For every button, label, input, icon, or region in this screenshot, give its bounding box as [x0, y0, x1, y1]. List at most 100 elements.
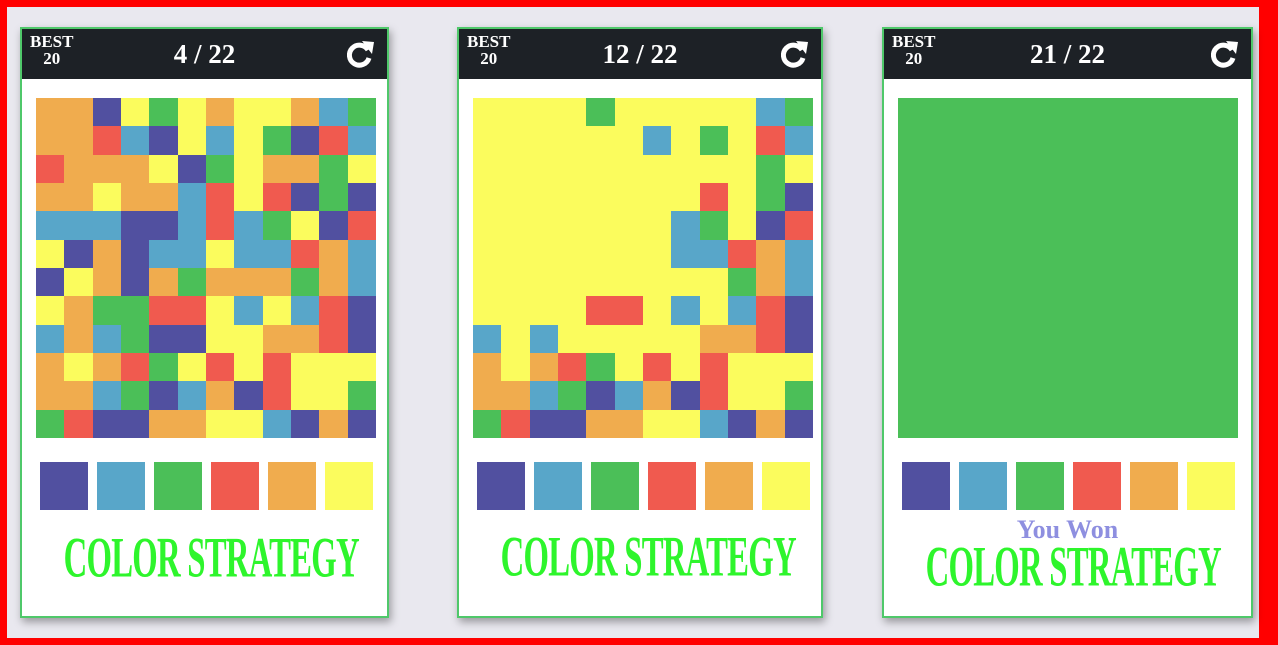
board-cell [1011, 268, 1040, 297]
board-cell [1124, 353, 1153, 382]
board-cell [898, 353, 927, 382]
board-cell [784, 183, 813, 212]
board-cell [36, 381, 65, 410]
board-cell [473, 296, 502, 325]
color-swatch-button[interactable] [40, 462, 88, 510]
move-counter: 21 / 22 [1029, 39, 1105, 69]
color-palette [902, 462, 1235, 510]
board-cell [1068, 353, 1097, 382]
board-cell [1039, 268, 1068, 297]
color-swatch-button[interactable] [762, 462, 810, 510]
board-cell [206, 296, 235, 325]
board-cell [699, 98, 728, 127]
board-cell [473, 239, 502, 268]
board-cell [1011, 126, 1040, 155]
board-cell [558, 324, 587, 353]
board-cell [671, 296, 700, 325]
board-cell [234, 126, 263, 155]
board-cell [728, 98, 757, 127]
color-swatch-button[interactable] [1187, 462, 1235, 510]
board-cell [614, 353, 643, 382]
board-cell [501, 154, 530, 183]
board-cell [92, 381, 121, 410]
board-cell [319, 268, 348, 297]
color-swatch-button[interactable] [154, 462, 202, 510]
board-cell [586, 211, 615, 240]
board-cell [756, 296, 785, 325]
board-cell [1209, 296, 1238, 325]
board-cell [756, 183, 785, 212]
board-cell [1209, 268, 1238, 297]
board-cell [614, 381, 643, 410]
board-cell [1068, 239, 1097, 268]
board-cell [954, 409, 983, 438]
board-cell [501, 239, 530, 268]
board-cell [64, 183, 93, 212]
board-cell [1068, 154, 1097, 183]
board-cell [586, 353, 615, 382]
board-cell [1068, 98, 1097, 127]
board-cell [149, 324, 178, 353]
board-cell [784, 296, 813, 325]
color-swatch-button[interactable] [648, 462, 696, 510]
board-cell [1209, 381, 1238, 410]
board-cell [643, 183, 672, 212]
color-swatch-button[interactable] [534, 462, 582, 510]
color-swatch-button[interactable] [268, 462, 316, 510]
refresh-icon[interactable] [779, 39, 809, 69]
board-cell [529, 324, 558, 353]
board-cell [149, 183, 178, 212]
move-counter: 4 / 22 [173, 39, 236, 69]
color-swatch-button[interactable] [959, 462, 1007, 510]
board-cell [699, 183, 728, 212]
board-cell [64, 353, 93, 382]
board-cell [983, 353, 1012, 382]
board-cell [64, 211, 93, 240]
board-cell [529, 154, 558, 183]
board-cell [1124, 211, 1153, 240]
color-swatch-button[interactable] [1073, 462, 1121, 510]
board-cell [347, 324, 376, 353]
color-swatch-button[interactable] [97, 462, 145, 510]
board-cell [234, 353, 263, 382]
color-swatch-button[interactable] [477, 462, 525, 510]
board-cell [262, 296, 291, 325]
board-cell [234, 183, 263, 212]
board-cell [36, 353, 65, 382]
board-cell [728, 154, 757, 183]
board-cell [1096, 154, 1125, 183]
board-cell [473, 268, 502, 297]
board-cell [149, 126, 178, 155]
board-cell [1011, 353, 1040, 382]
color-swatch-button[interactable] [211, 462, 259, 510]
board-cell [756, 353, 785, 382]
board-cell [671, 409, 700, 438]
board-cell [347, 211, 376, 240]
refresh-icon[interactable] [345, 39, 375, 69]
board-cell [784, 381, 813, 410]
board-cell [756, 324, 785, 353]
board-cell [586, 296, 615, 325]
board-cell [784, 324, 813, 353]
board-cell [898, 381, 927, 410]
board-cell [1124, 98, 1153, 127]
color-swatch-button[interactable] [1016, 462, 1064, 510]
board-cell [36, 154, 65, 183]
board-cell [1153, 381, 1182, 410]
board-cell [473, 381, 502, 410]
board-cell [643, 154, 672, 183]
color-swatch-button[interactable] [1130, 462, 1178, 510]
color-swatch-button[interactable] [902, 462, 950, 510]
board-cell [64, 154, 93, 183]
board-cell [234, 239, 263, 268]
board-cell [206, 154, 235, 183]
color-swatch-button[interactable] [325, 462, 373, 510]
refresh-icon[interactable] [1209, 39, 1239, 69]
color-swatch-button[interactable] [705, 462, 753, 510]
board-cell [926, 183, 955, 212]
board-cell [1124, 268, 1153, 297]
color-swatch-button[interactable] [591, 462, 639, 510]
board-cell [291, 183, 320, 212]
board-cell [1209, 211, 1238, 240]
board-cell [1181, 183, 1210, 212]
